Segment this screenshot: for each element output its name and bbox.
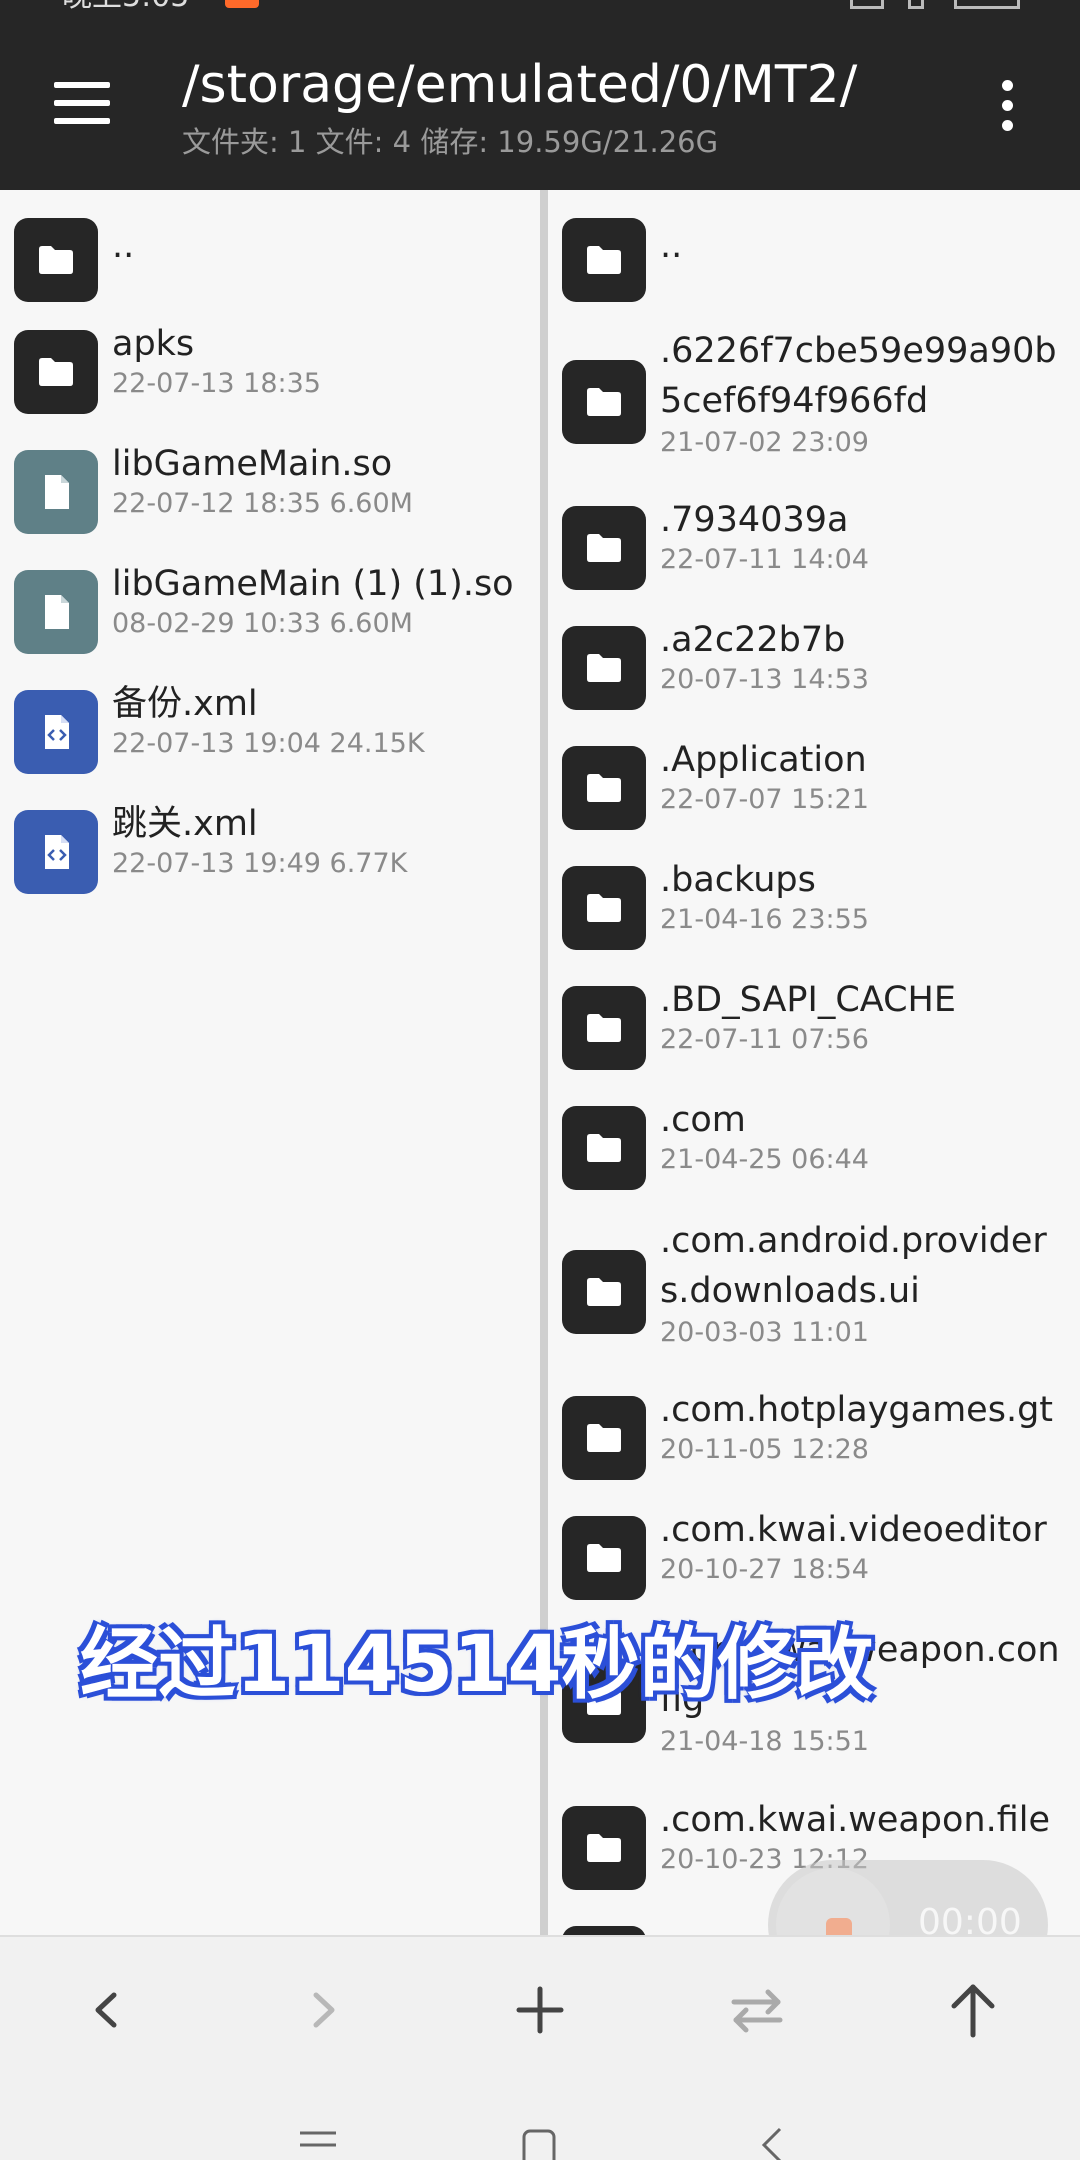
item-name: .. [660, 226, 683, 266]
item-meta: 22-07-07 15:21 [660, 784, 869, 815]
folder-icon [562, 218, 646, 302]
item-meta: 08-02-29 10:33 6.60M [112, 608, 413, 639]
item-meta: 22-07-12 18:35 6.60M [112, 488, 413, 519]
item-name-continued: 5cef6f94f966fd [660, 381, 929, 421]
folder-icon [562, 1250, 646, 1334]
file-icon [14, 570, 98, 654]
status-time: 晚上5:05 [62, 0, 189, 12]
folder-icon [562, 506, 646, 590]
folder-icon [562, 866, 646, 950]
folder-icon [562, 1516, 646, 1600]
item-meta: 21-07-02 23:09 [660, 427, 869, 458]
item-meta: 21-04-18 15:51 [660, 1726, 869, 1757]
recent-apps-icon[interactable] [298, 2127, 338, 2160]
item-meta: 22-07-13 19:49 6.77K [112, 848, 408, 879]
item-meta: 20-10-27 18:54 [660, 1554, 869, 1585]
item-meta: 21-04-25 06:44 [660, 1144, 869, 1175]
folder-icon [14, 218, 98, 302]
xml-file-icon [14, 810, 98, 894]
battery-icon [954, 0, 1020, 9]
home-icon[interactable] [520, 2127, 560, 2160]
item-name: 跳关.xml [112, 804, 258, 844]
item-name: libGameMain (1) (1).so [112, 564, 514, 604]
folder-icon [14, 330, 98, 414]
folder-icon [562, 1926, 646, 1935]
item-name: 备份.xml [112, 684, 258, 724]
system-nav-bar [0, 2077, 1080, 2160]
item-meta: 21-04-16 23:55 [660, 904, 869, 935]
folder-icon [562, 626, 646, 710]
item-meta: 22-07-13 19:04 24.15K [112, 728, 425, 759]
item-name: .Application [660, 740, 867, 780]
wifi-icon [908, 0, 924, 9]
item-name: .com.hotplaygames.gt [660, 1390, 1054, 1430]
item-meta: 22-07-11 14:04 [660, 544, 869, 575]
item-name: .6226f7cbe59e99a90b [660, 331, 1057, 371]
app-bar: 晚上5:05 /storage/emulated/0/MT2/ 文件夹: 1 文… [0, 0, 1080, 190]
item-name: .7934039a [660, 500, 849, 540]
item-name: .backups [660, 860, 816, 900]
item-name: .BD_SAPI_CACHE [660, 980, 956, 1020]
bottom-toolbar [0, 1935, 1080, 2079]
up-directory-icon[interactable] [938, 1975, 1008, 2045]
video-caption: 经过114514秒的修改 [80, 1620, 874, 1710]
menu-icon[interactable] [50, 78, 116, 128]
item-name: .com.kwai.weapon.file [660, 1800, 1051, 1840]
item-name: .com.android.provider [660, 1221, 1047, 1261]
folder-icon [562, 360, 646, 444]
forward-icon[interactable] [288, 1975, 358, 2045]
storage-stats: 文件夹: 1 文件: 4 储存: 19.59G/21.26G [182, 125, 719, 159]
xml-file-icon [14, 690, 98, 774]
status-icons [850, 0, 1020, 10]
current-path: /storage/emulated/0/MT2/ [182, 55, 858, 115]
item-name: apks [112, 324, 195, 364]
file-icon [14, 450, 98, 534]
item-meta: 20-11-05 12:28 [660, 1434, 869, 1465]
add-icon[interactable] [505, 1975, 575, 2045]
more-options-icon[interactable] [988, 78, 1028, 134]
item-name: .com.kwai.videoeditor [660, 1510, 1047, 1550]
folder-icon [562, 1106, 646, 1190]
item-name-continued: s.downloads.ui [660, 1271, 920, 1311]
item-name: .. [112, 226, 135, 266]
swap-panes-icon[interactable] [722, 1975, 792, 2045]
item-meta: 22-07-13 18:35 [112, 368, 321, 399]
item-name: libGameMain.so [112, 444, 393, 484]
item-name: .com [660, 1100, 746, 1140]
back-icon[interactable] [72, 1975, 142, 2045]
notification-badge [225, 0, 259, 8]
sim-icon [850, 0, 884, 9]
folder-icon [562, 986, 646, 1070]
folder-icon [562, 746, 646, 830]
item-meta: 20-07-13 14:53 [660, 664, 869, 695]
nav-back-icon[interactable] [752, 2127, 792, 2160]
item-name: .a2c22b7b [660, 620, 846, 660]
item-meta: 22-07-11 07:56 [660, 1024, 869, 1055]
item-meta: 20-03-03 11:01 [660, 1317, 869, 1348]
folder-icon [562, 1806, 646, 1890]
folder-icon [562, 1396, 646, 1480]
